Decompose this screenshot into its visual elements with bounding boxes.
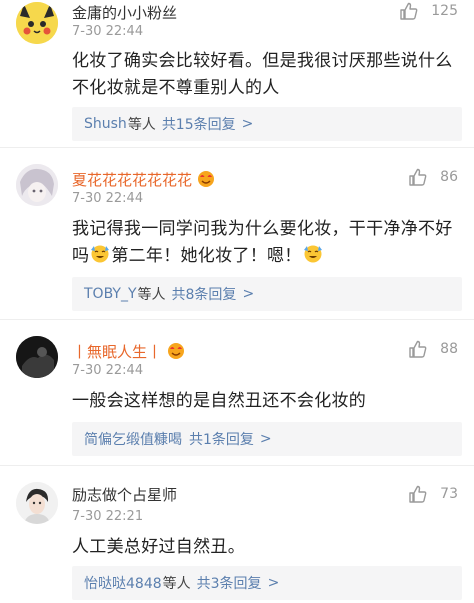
reply-count[interactable]: 共3条回复 [197, 573, 262, 593]
like-count: 125 [431, 3, 458, 19]
timestamp: 7-30 22:44 [72, 363, 144, 378]
avatar[interactable] [16, 2, 58, 44]
pikachu-avatar-icon [16, 2, 58, 44]
comment-text: 化妆了确实会比较好看。但是我很讨厌那些说什么不化妆就是不尊重别人的人 [72, 51, 453, 98]
username-text: 丨無眠人生丨 [72, 343, 163, 361]
person-photo-avatar-icon [16, 482, 58, 524]
like-button[interactable]: 88 [408, 338, 458, 360]
comment-text: 我记得我一同学问我为什么要化妆，干干净净不好吗 第二年！她化妆了！嗯！ [72, 216, 462, 270]
reply-names[interactable]: 怡哒哒4848 [84, 573, 162, 593]
chevron-right-icon: > [267, 575, 280, 591]
reply-summary[interactable]: TOBY_Y 等人 共8条回复 > [72, 277, 462, 311]
reply-mid-text: 等人 [162, 576, 191, 592]
reply-mid-text: 等人 [137, 287, 166, 303]
timestamp: 7-30 22:44 [72, 24, 144, 39]
timestamp: 7-30 22:21 [72, 509, 144, 524]
reply-count[interactable]: 共1条回复 [189, 429, 254, 449]
comment-text-part2: 第二年！她化妆了！嗯！ [111, 246, 302, 266]
comment-text: 人工美总好过自然丑。 [72, 537, 245, 557]
comment-item: 丨無眠人生丨 7-30 22:44 88 一般会这样想的是自然丑还不会化妆的 简… [0, 320, 474, 466]
reply-summary[interactable]: 怡哒哒4848 等人 共3条回复 > [72, 566, 462, 600]
comment-item: 夏花花花花花花花 7-30 22:44 86 我记得我一同学问我为什么要化妆，干… [0, 148, 474, 320]
dark-photo-avatar-icon [16, 336, 58, 378]
reply-names[interactable]: Shush [84, 116, 127, 132]
comment-item: 励志做个占星师 7-30 22:21 73 人工美总好过自然丑。 怡哒哒4848… [0, 466, 474, 603]
comment-item: 金庸的小小粉丝 7-30 22:44 125 化妆了确实会比较好看。但是我很讨厌… [0, 0, 474, 148]
like-button[interactable]: 125 [399, 0, 458, 22]
like-count: 73 [440, 486, 458, 502]
sweat-smile-emoji-icon [90, 244, 110, 264]
username-text: 夏花花花花花花花 [72, 171, 193, 189]
reply-count[interactable]: 共8条回复 [172, 284, 237, 304]
anime-character-avatar-icon [16, 164, 58, 206]
avatar[interactable] [16, 482, 58, 524]
thumbs-up-icon [408, 339, 428, 359]
like-button[interactable]: 86 [408, 166, 458, 188]
reply-names[interactable]: TOBY_Y [84, 286, 137, 302]
comment-text: 一般会这样想的是自然丑还不会化妆的 [72, 391, 367, 411]
like-count: 86 [440, 169, 458, 185]
chevron-right-icon: > [241, 116, 254, 132]
chevron-right-icon: > [242, 286, 255, 302]
username[interactable]: 金庸的小小粉丝 [72, 4, 177, 22]
avatar[interactable] [16, 164, 58, 206]
sweat-smile-emoji-icon [303, 244, 323, 264]
chevron-right-icon: > [259, 431, 272, 447]
timestamp: 7-30 22:44 [72, 191, 144, 206]
like-count: 88 [440, 341, 458, 357]
vip-face-badge-icon [166, 342, 186, 360]
username[interactable]: 夏花花花花花花花 [72, 170, 216, 189]
thumbs-up-icon [408, 167, 428, 187]
thumbs-up-icon [408, 484, 428, 504]
reply-summary[interactable]: Shush 等人 共15条回复 > [72, 107, 462, 141]
username[interactable]: 丨無眠人生丨 [72, 342, 186, 361]
username[interactable]: 励志做个占星师 [72, 486, 177, 504]
vip-face-badge-icon [196, 170, 216, 188]
thumbs-up-icon [399, 1, 419, 21]
like-button[interactable]: 73 [408, 483, 458, 505]
reply-summary[interactable]: 简偏乞缎值糠喝 共1条回复 > [72, 422, 462, 456]
reply-names[interactable]: 简偏乞缎值糠喝 [84, 429, 182, 449]
reply-count[interactable]: 共15条回复 [162, 114, 236, 134]
reply-mid-text: 等人 [127, 117, 156, 133]
avatar[interactable] [16, 336, 58, 378]
